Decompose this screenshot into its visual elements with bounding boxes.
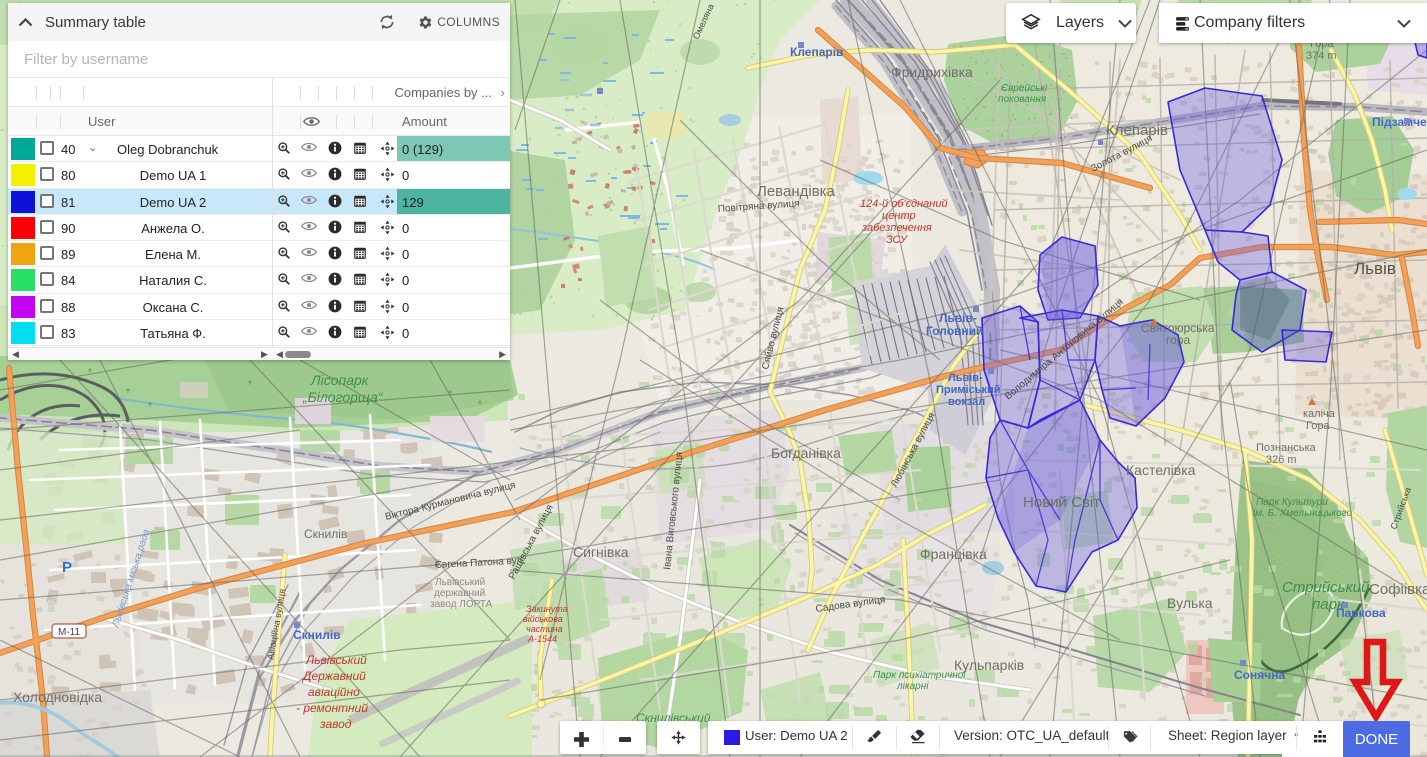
svg-text:Скнилів: Скнилів: [304, 527, 347, 541]
svg-text:Парк Культури: Парк Культури: [1256, 497, 1328, 508]
svg-text:вокзал: вокзал: [948, 396, 985, 408]
svg-text:374 m: 374 m: [1306, 50, 1337, 62]
svg-text:державний: державний: [434, 588, 485, 599]
svg-text:ЗСУ: ЗСУ: [886, 234, 908, 246]
svg-text:гора: гора: [1166, 333, 1190, 347]
svg-text:Клепарів: Клепарів: [1106, 122, 1168, 139]
svg-text:Державний: Державний: [301, 669, 366, 683]
svg-text:завод: завод: [319, 717, 352, 731]
svg-text:Францівка: Францівка: [920, 546, 987, 562]
svg-text:лікарні: лікарні: [896, 681, 929, 692]
svg-text:центр: центр: [882, 210, 916, 222]
svg-text:авіаційно: авіаційно: [308, 685, 360, 699]
svg-text:Приміський: Приміський: [936, 384, 1001, 396]
svg-text:поховання: поховання: [998, 94, 1047, 105]
svg-text:Кастелівка: Кастелівка: [1126, 462, 1196, 478]
svg-text:Гора: Гора: [1306, 420, 1330, 432]
svg-text:Львів-: Львів-: [939, 311, 977, 325]
svg-text:Фридрихівка: Фридрихівка: [891, 64, 973, 80]
svg-text:військова: військова: [523, 614, 563, 624]
svg-text:Сигнівка: Сигнівка: [573, 544, 629, 560]
svg-text:каліча: каліча: [1303, 408, 1336, 420]
svg-text:Паркова: Паркова: [1336, 606, 1386, 620]
svg-text:Холодновідка: Холодновідка: [13, 689, 102, 705]
svg-text:Лісопарк: Лісопарк: [310, 372, 370, 388]
svg-text:ім. Б. Хмельницького: ім. Б. Хмельницького: [1253, 508, 1352, 519]
svg-text:Познанська: Познанська: [1256, 442, 1316, 454]
svg-text:„Білогорща“: „Білогорща“: [302, 389, 384, 405]
svg-text:Львів-: Львів-: [948, 372, 983, 384]
svg-text:забезпечення: забезпечення: [861, 222, 932, 234]
svg-text:А-1544: А-1544: [527, 634, 557, 644]
svg-text:124-й об'єднаний: 124-й об'єднаний: [860, 198, 948, 210]
svg-text:завод ЛОРТА: завод ЛОРТА: [430, 599, 493, 610]
svg-text:Львівський: Львівський: [305, 653, 367, 667]
svg-text:Богданівка: Богданівка: [771, 445, 841, 461]
svg-text:Єврейські: Єврейські: [1001, 83, 1048, 94]
svg-text:Скнилів: Скнилів: [293, 628, 341, 642]
svg-text:Стрийський: Стрийський: [1282, 579, 1370, 596]
svg-text:- ремонтний: - ремонтний: [296, 701, 368, 715]
svg-text:М-11: М-11: [58, 627, 80, 638]
svg-text:Львівський: Львівський: [435, 577, 485, 588]
svg-text:Софіівка: Софіівка: [1369, 581, 1427, 598]
svg-text:Закинута: Закинута: [526, 604, 568, 614]
svg-text:P: P: [62, 559, 72, 576]
svg-text:частина: частина: [526, 624, 563, 634]
svg-text:Вулька: Вулька: [1167, 595, 1213, 611]
svg-text:326 m: 326 m: [1266, 454, 1297, 466]
svg-text:Підзамче: Підзамче: [1372, 115, 1427, 129]
svg-text:Парк психіатричної: Парк психіатричної: [873, 670, 967, 681]
svg-text:Львів: Львів: [1354, 259, 1396, 278]
svg-text:Сонячна: Сонячна: [1234, 668, 1285, 682]
svg-text:Левандівка: Левандівка: [757, 183, 836, 200]
svg-text:Новий Світ: Новий Світ: [1023, 494, 1100, 511]
svg-text:Головний: Головний: [926, 324, 983, 338]
